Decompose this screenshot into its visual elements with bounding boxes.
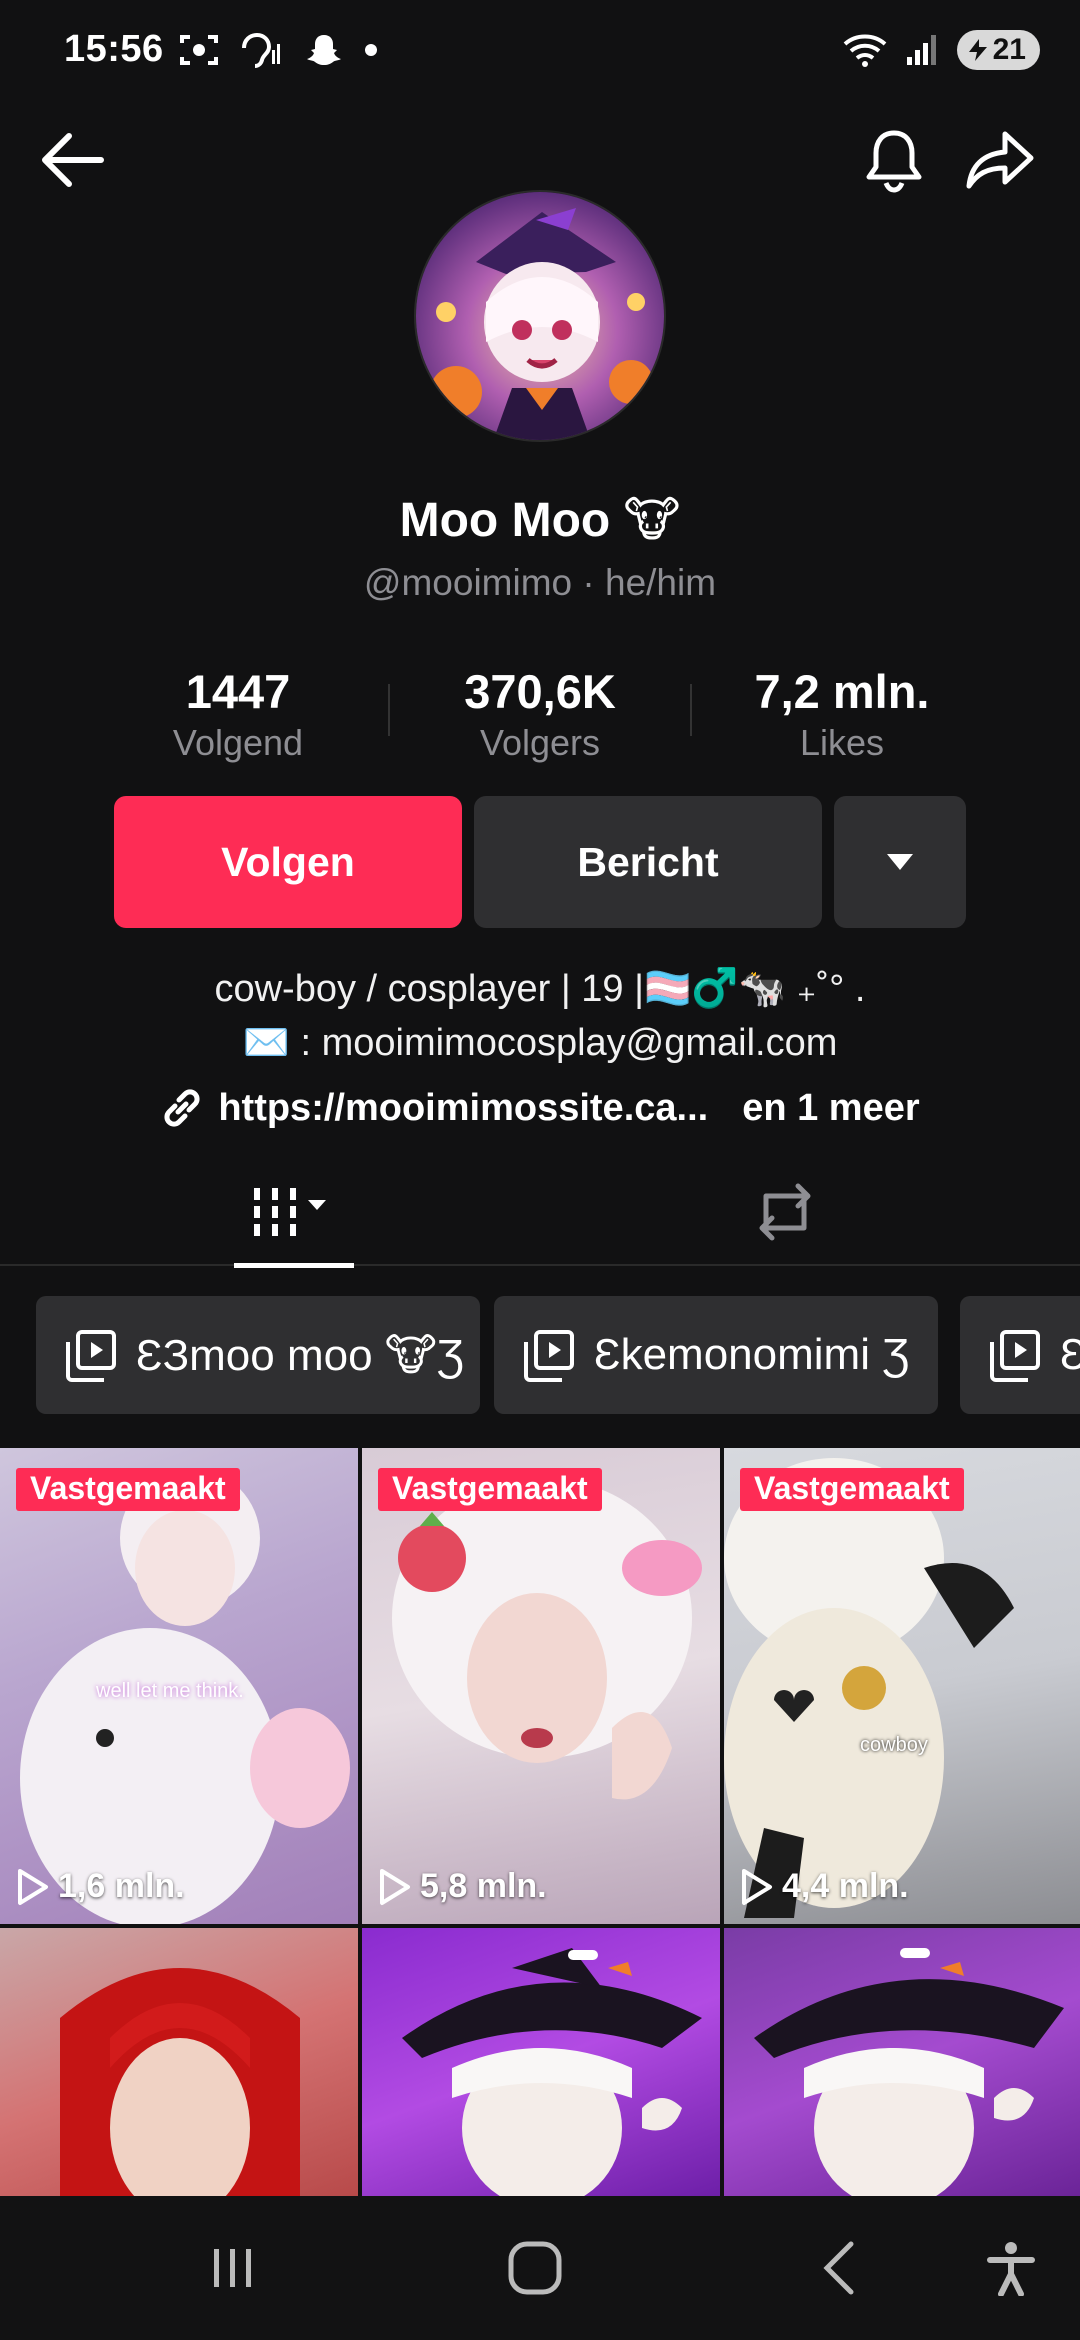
username-pronouns: @mooimimo · he/him (363, 562, 717, 603)
following-label: Volgend (172, 722, 304, 763)
likes-count: 7,2 mln. (754, 665, 930, 718)
video-thumbnail[interactable]: Vastgemaakt 5,8 mln. (362, 1448, 720, 1924)
share-icon (966, 131, 1034, 189)
video-thumbnail[interactable]: Vastgemaakt cowboy 4,4 mln. (724, 1448, 1080, 1924)
playlist-chip[interactable]: Ɛkemonomimi Ʒ (494, 1296, 938, 1414)
snapchat-icon (307, 35, 341, 65)
share-button[interactable] (958, 118, 1042, 202)
view-count-label: 5,8 mln. (420, 1867, 547, 1905)
pinned-badge: Vastgemaakt (378, 1468, 602, 1511)
recent-apps-button[interactable] (188, 2226, 278, 2310)
bio-link-url[interactable]: https://mooimimossite.ca... (218, 1087, 708, 1130)
accessibility-button[interactable] (966, 2226, 1056, 2310)
grid-videos-icon (254, 1188, 326, 1236)
stat-followers[interactable]: 370,6K Volgers (390, 664, 690, 766)
chevron-left-icon (823, 2241, 854, 2295)
play-icon (380, 1868, 410, 1905)
home-icon (508, 2241, 562, 2295)
tab-reposts[interactable] (730, 1158, 840, 1266)
view-count: 5,8 mln. (378, 1867, 547, 1906)
view-count-label: 1,6 mln. (58, 1867, 185, 1905)
accessibility-icon (987, 2242, 1035, 2296)
followers-label: Volgers (479, 722, 601, 763)
signal-icon (906, 35, 936, 65)
playlist-chip[interactable]: ƐЗmoo moo 🐮Ʒ (36, 1296, 480, 1414)
bio-email: ✉️ : mooimimocosplay@gmail.com (242, 1022, 838, 1064)
profile-stats: 1447 Volgend 370,6K Volgers 7,2 mln. Lik… (0, 664, 1080, 774)
dot-icon (365, 44, 377, 56)
playlist-chip[interactable]: Ɛ (960, 1296, 1080, 1414)
home-button[interactable] (490, 2226, 580, 2310)
playlists-row: ƐЗmoo moo 🐮Ʒ Ɛkemonomimi Ʒ Ɛ (36, 1296, 1080, 1414)
follow-button[interactable]: Volgen (114, 796, 462, 928)
bio-links[interactable]: https://mooimimossite.ca... en 1 meer (0, 1086, 1080, 1130)
system-nav-bar (0, 2196, 1080, 2340)
battery-level: 21 (992, 33, 1026, 66)
video-thumbnail[interactable] (0, 1928, 358, 2196)
playlist-label: Ɛkemonomimi Ʒ (594, 1330, 910, 1379)
video-grid: Vastgemaakt well let me think. 1,6 mln. … (0, 1448, 1080, 2196)
playlist-icon (524, 1330, 574, 1382)
playlist-label: Ɛ (1060, 1330, 1080, 1379)
playlist-icon (990, 1330, 1040, 1382)
system-back-button[interactable] (794, 2226, 884, 2310)
battery-icon: 21 (956, 30, 1040, 70)
message-button[interactable]: Bericht (474, 796, 822, 928)
scan-icon (180, 35, 218, 65)
wifi-icon (843, 34, 886, 67)
notifications-button[interactable] (852, 118, 936, 202)
playlist-label: ƐЗmoo moo 🐮Ʒ (136, 1330, 464, 1380)
pinned-badge: Vastgemaakt (740, 1468, 964, 1511)
hearing-icon (242, 32, 280, 68)
bio-line: cow-boy / cosplayer | 19 |🏳️‍⚧️♂️🐄 ₊˚° . (214, 968, 866, 1010)
view-count: 4,4 mln. (740, 1867, 909, 1906)
profile-actions: Volgen Bericht (0, 796, 1080, 928)
caret-down-icon (887, 854, 913, 870)
status-bar: 15:56 21 (0, 0, 1080, 104)
profile-avatar[interactable] (414, 190, 666, 442)
profile-bio: cow-boy / cosplayer | 19 |🏳️‍⚧️♂️🐄 ₊˚° .… (0, 962, 1080, 1070)
stat-following[interactable]: 1447 Volgend (88, 664, 388, 766)
video-thumbnail[interactable] (362, 1928, 720, 2196)
pinned-badge: Vastgemaakt (16, 1468, 240, 1511)
status-time: 15:56 (64, 28, 164, 70)
likes-label: Likes (799, 722, 885, 763)
bio-link-more[interactable]: en 1 meer (742, 1087, 919, 1130)
video-caption-overlay: cowboy (860, 1734, 928, 1756)
link-icon (164, 1089, 200, 1127)
content-tabs (0, 1158, 1080, 1268)
stat-likes[interactable]: 7,2 mln. Likes (692, 664, 992, 766)
status-icons-right: 21 (843, 30, 1040, 70)
repost-icon (759, 1183, 811, 1241)
play-icon (18, 1868, 48, 1905)
more-options-button[interactable] (834, 796, 966, 928)
following-count: 1447 (185, 665, 291, 718)
status-icons-left (180, 32, 378, 68)
display-name: Moo Moo 🐮 (399, 494, 681, 547)
tab-videos[interactable] (234, 1158, 354, 1268)
recent-apps-icon (214, 2249, 251, 2287)
view-count-label: 4,4 mln. (782, 1867, 909, 1905)
back-arrow-icon (42, 133, 104, 187)
playlist-icon (66, 1330, 116, 1382)
view-count: 1,6 mln. (16, 1867, 185, 1906)
video-thumbnail[interactable] (724, 1928, 1080, 2196)
followers-count: 370,6K (464, 665, 616, 718)
bell-icon (866, 130, 922, 193)
back-button[interactable] (30, 118, 114, 202)
video-thumbnail[interactable]: Vastgemaakt well let me think. 1,6 mln. (0, 1448, 358, 1924)
play-icon (742, 1868, 772, 1905)
video-caption-overlay: well let me think. (96, 1680, 244, 1702)
